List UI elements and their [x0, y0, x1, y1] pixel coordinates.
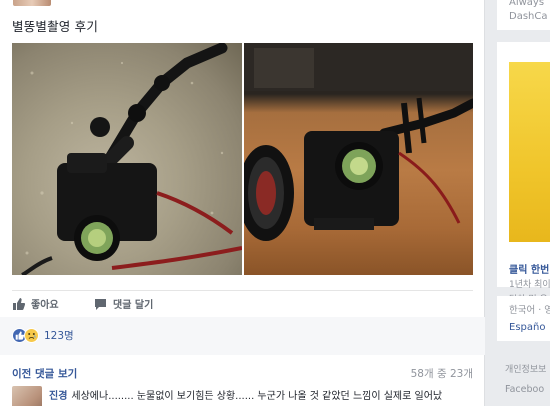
like-button[interactable]: 좋아요 [12, 296, 59, 311]
post-text: 별똥별촬영 후기 [12, 19, 99, 34]
view-previous-comments-link[interactable]: 이전 댓글 보기 [12, 366, 77, 381]
comment-count: 58개 중 23개 [410, 368, 473, 380]
reaction-summary[interactable]: 123명 [12, 328, 74, 343]
post-photo-right[interactable] [244, 43, 473, 275]
comment-text: 세상에나........ 눈물없이 보기힘든 상황...... 누군가 나올 것… [71, 391, 443, 402]
commenter-avatar[interactable] [12, 386, 42, 406]
comment-button[interactable]: 댓글 달기 [94, 296, 153, 311]
ad-title[interactable]: 클릭 한번 [509, 261, 549, 276]
comment-body: 진경 세상에나........ 눈물없이 보기힘든 상황...... 누군가 나올… [49, 386, 442, 402]
sad-reaction-icon [24, 328, 39, 343]
thumbs-up-icon [12, 297, 26, 310]
ad-description-line1: 1년차 최이 [509, 280, 550, 290]
post-photo-left[interactable] [12, 43, 242, 275]
comment-author[interactable]: 진경 [49, 391, 67, 402]
sidebar-top-item[interactable]: Always DashCa [497, 0, 550, 30]
privacy-link[interactable]: 개인정보보 [505, 362, 546, 375]
language-selector: 한국어 · 영 Españo [497, 296, 550, 341]
reaction-count: 123명 [44, 330, 74, 342]
like-label: 좋아요 [31, 300, 59, 311]
sponsored-ad[interactable]: 클릭 한번 1년차 최이 탑차 및 유 [497, 42, 550, 305]
author-avatar[interactable] [13, 0, 51, 6]
current-language[interactable]: 한국어 · 영 [509, 302, 550, 316]
alternate-language-link[interactable]: Españo [509, 322, 545, 333]
comment-icon [94, 298, 107, 310]
comment-label: 댓글 달기 [113, 300, 154, 311]
sidebar-top-line1: Always [509, 0, 545, 8]
post-card: 별똥별촬영 후기 좋아요 댓글 달기 123명 이전 댓글 보기 58개 중 2… [0, 0, 485, 406]
facebook-copyright: Faceboo [505, 384, 545, 395]
sidebar-top-line2: DashCa [509, 11, 548, 22]
facebook-feed: 별똥별촬영 후기 좋아요 댓글 달기 123명 이전 댓글 보기 58개 중 2… [0, 0, 550, 406]
right-sidebar: Always DashCa 클릭 한번 1년차 최이 탑차 및 유 한국어 · … [497, 0, 550, 406]
action-divider [12, 290, 473, 291]
comment-item: 진경 세상에나........ 눈물없이 보기힘든 상황...... 누군가 나올… [12, 386, 442, 406]
ad-image[interactable] [509, 62, 550, 242]
